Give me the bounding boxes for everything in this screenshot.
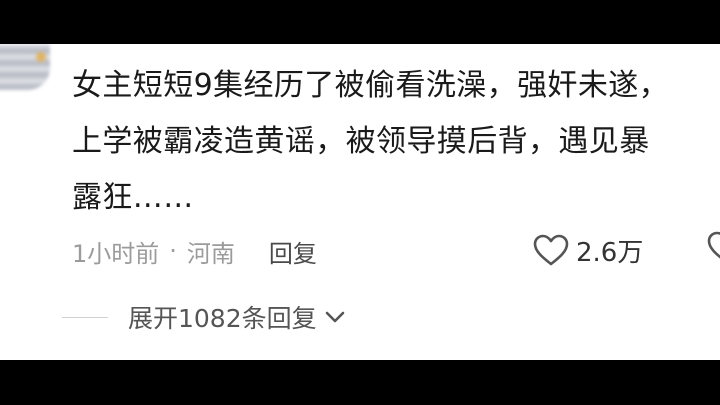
chevron-down-icon [317,307,347,327]
avatar[interactable] [0,44,50,90]
expand-replies-button[interactable]: 展开1082条回复 [62,300,347,334]
heart-outline-icon [706,230,720,264]
like-count: 2.6万 [576,237,644,268]
heart-outline-icon [532,233,570,267]
comment-meta: 1小时前 · 河南 回复 [72,234,317,268]
dislike-button[interactable] [706,230,720,270]
divider-line [62,316,108,318]
video-frame: 女主短短9集经历了被偷看洗澡，强奸未遂， 上学被霸凌造黄谣，被领导摸后背，遇见暴… [0,0,720,405]
comment-card: 女主短短9集经历了被偷看洗澡，强奸未遂， 上学被霸凌造黄谣，被领导摸后背，遇见暴… [0,44,720,360]
comment-time: 1小时前 [72,239,160,268]
comment-line-1: 女主短短9集经历了被偷看洗澡，强奸未遂， [72,68,670,103]
comment-location: 河南 [186,239,235,268]
reply-button[interactable]: 回复 [269,234,317,269]
comment-line-2: 上学被霸凌造黄谣，被领导摸后背，遇见暴 [72,124,650,159]
like-button[interactable]: 2.6万 [532,230,643,270]
comment-text: 女主短短9集经历了被偷看洗澡，强奸未遂， 上学被霸凌造黄谣，被领导摸后背，遇见暴… [72,58,720,226]
expand-replies-label: 展开1082条回复 [128,304,317,333]
meta-separator: · [169,237,177,265]
comment-line-3: 露狂…… [72,180,194,215]
